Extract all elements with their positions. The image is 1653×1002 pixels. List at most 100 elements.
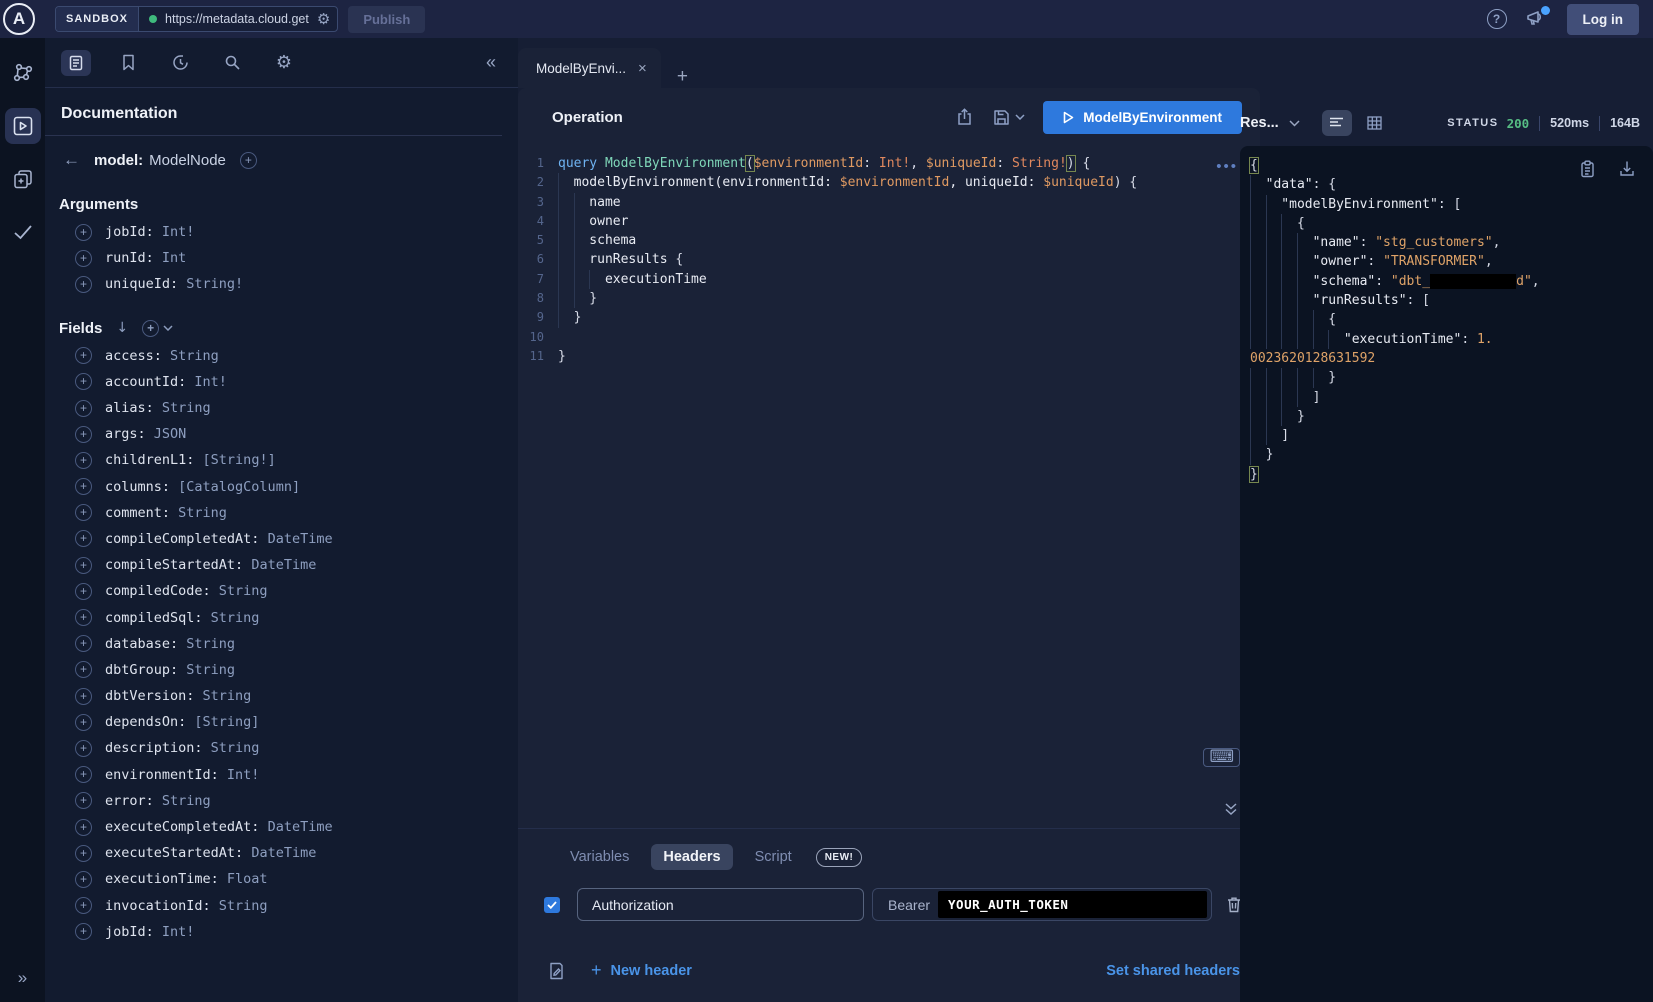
operation-tab[interactable]: ModelByEnvi... ×	[518, 48, 661, 88]
documentation-tab-icon[interactable]	[61, 50, 91, 76]
add-all-fields-icon[interactable]: +	[240, 152, 257, 169]
history-icon[interactable]	[165, 50, 195, 76]
field-row[interactable]: +args: JSON	[45, 421, 518, 447]
add-field-icon[interactable]: +	[75, 557, 92, 574]
raw-view-toggle-icon[interactable]	[1322, 110, 1352, 136]
auth-token-value[interactable]: YOUR_AUTH_TOKEN	[938, 891, 1207, 918]
add-field-icon[interactable]: +	[75, 426, 92, 443]
settings-gear-icon[interactable]: ⚙	[269, 50, 299, 76]
field-row[interactable]: +dependsOn: [String]	[45, 709, 518, 735]
add-field-icon[interactable]: +	[75, 740, 92, 757]
add-tab-icon[interactable]: +	[661, 66, 704, 88]
chevron-down-icon[interactable]	[163, 325, 173, 331]
field-row[interactable]: +database: String	[45, 631, 518, 657]
add-field-icon[interactable]: +	[75, 897, 92, 914]
field-row[interactable]: +dbtVersion: String	[45, 683, 518, 709]
share-operation-icon[interactable]	[956, 108, 973, 126]
header-key-input[interactable]: Authorization	[577, 888, 864, 921]
search-icon[interactable]	[217, 50, 247, 76]
field-row[interactable]: +alias: String	[45, 395, 518, 421]
header-enabled-checkbox[interactable]	[544, 897, 560, 913]
field-row[interactable]: +environmentId: Int!	[45, 762, 518, 788]
field-row[interactable]: +childrenL1: [String!]	[45, 447, 518, 473]
close-tab-icon[interactable]: ×	[638, 60, 647, 77]
field-row[interactable]: +description: String	[45, 735, 518, 761]
add-field-icon[interactable]: +	[75, 635, 92, 652]
save-operation-button[interactable]	[993, 109, 1025, 126]
add-field-icon[interactable]: +	[75, 530, 92, 547]
tab-script[interactable]: Script	[743, 844, 804, 870]
explorer-icon[interactable]	[5, 108, 41, 144]
tab-variables[interactable]: Variables	[558, 844, 641, 870]
endpoint-settings-gear-icon[interactable]: ⚙	[315, 10, 337, 28]
add-field-icon[interactable]: +	[75, 819, 92, 836]
query-editor[interactable]: 1query ModelByEnvironment($environmentId…	[518, 146, 1260, 366]
announcements-icon[interactable]	[1526, 9, 1548, 29]
response-title[interactable]: Res...	[1240, 115, 1279, 131]
add-field-icon[interactable]: +	[75, 452, 92, 469]
keyboard-shortcuts-icon[interactable]: ⌨	[1203, 748, 1240, 767]
field-row[interactable]: +compileCompletedAt: DateTime	[45, 526, 518, 552]
field-row[interactable]: +jobId: Int!	[45, 919, 518, 945]
add-field-icon[interactable]: +	[75, 792, 92, 809]
apollo-logo-icon[interactable]: A	[3, 3, 35, 35]
header-value-input[interactable]: Bearer YOUR_AUTH_TOKEN	[872, 888, 1212, 921]
collapse-docs-icon[interactable]: «	[486, 52, 518, 73]
field-row[interactable]: +compiledCode: String	[45, 578, 518, 604]
endpoint-url[interactable]: https://metadata.cloud.get	[163, 12, 315, 26]
saved-operations-icon[interactable]	[113, 50, 143, 76]
add-field-icon[interactable]: +	[75, 583, 92, 600]
add-field-icon[interactable]: +	[75, 661, 92, 678]
field-row[interactable]: +comment: String	[45, 500, 518, 526]
argument-row[interactable]: +uniqueId: String!	[45, 271, 518, 297]
add-field-icon[interactable]: +	[75, 688, 92, 705]
checks-icon[interactable]	[5, 214, 41, 250]
sandbox-url-chip[interactable]: SANDBOX https://metadata.cloud.get ⚙	[55, 6, 338, 32]
tab-headers[interactable]: Headers	[651, 844, 732, 870]
add-field-icon[interactable]: +	[75, 478, 92, 495]
field-row[interactable]: +invocationId: String	[45, 893, 518, 919]
argument-row[interactable]: +runId: Int	[45, 245, 518, 271]
field-row[interactable]: +access: String	[45, 343, 518, 369]
add-field-icon[interactable]: +	[75, 609, 92, 626]
table-view-toggle-icon[interactable]	[1360, 110, 1390, 136]
login-button[interactable]: Log in	[1567, 4, 1640, 35]
shared-headers-doc-icon[interactable]	[548, 962, 565, 980]
collapse-drawer-icon[interactable]	[1224, 802, 1238, 816]
add-field-icon[interactable]: +	[75, 845, 92, 862]
schema-graph-icon[interactable]	[5, 55, 41, 91]
new-header-button[interactable]: + New header	[591, 960, 692, 981]
add-field-icon[interactable]: +	[75, 871, 92, 888]
add-field-icon[interactable]: +	[75, 400, 92, 417]
editor-overflow-menu-icon[interactable]: •••	[1216, 158, 1238, 175]
field-row[interactable]: +accountId: Int!	[45, 369, 518, 395]
add-field-icon[interactable]: +	[75, 373, 92, 390]
run-operation-button[interactable]: ModelByEnvironment	[1043, 101, 1242, 134]
response-json[interactable]: {"data": {"modelByEnvironment": [{"name"…	[1240, 146, 1653, 484]
publish-button[interactable]: Publish	[348, 6, 425, 33]
add-field-icon[interactable]: +	[75, 250, 92, 267]
copy-response-icon[interactable]	[1580, 160, 1595, 178]
add-field-icon[interactable]: +	[75, 766, 92, 783]
field-row[interactable]: +error: String	[45, 788, 518, 814]
expand-rail-icon[interactable]: »	[0, 968, 45, 988]
add-field-icon[interactable]: +	[75, 504, 92, 521]
help-icon[interactable]: ?	[1487, 9, 1507, 29]
field-row[interactable]: +columns: [CatalogColumn]	[45, 474, 518, 500]
add-field-icon[interactable]: +	[75, 714, 92, 731]
field-row[interactable]: +executeStartedAt: DateTime	[45, 840, 518, 866]
field-row[interactable]: +compiledSql: String	[45, 604, 518, 630]
response-chevron-icon[interactable]	[1289, 120, 1300, 127]
field-row[interactable]: +executeCompletedAt: DateTime	[45, 814, 518, 840]
download-response-icon[interactable]	[1619, 160, 1635, 178]
add-field-icon[interactable]: +	[75, 347, 92, 364]
breadcrumb-type[interactable]: ModelNode	[149, 152, 226, 169]
argument-row[interactable]: +jobId: Int!	[45, 219, 518, 245]
add-fields-icon[interactable]: +	[142, 320, 159, 337]
back-arrow-icon[interactable]: ←	[63, 150, 80, 170]
add-field-icon[interactable]: +	[75, 276, 92, 293]
add-field-icon[interactable]: +	[75, 923, 92, 940]
field-row[interactable]: +compileStartedAt: DateTime	[45, 552, 518, 578]
field-row[interactable]: +executionTime: Float	[45, 866, 518, 892]
set-shared-headers-link[interactable]: Set shared headers	[1106, 963, 1240, 979]
